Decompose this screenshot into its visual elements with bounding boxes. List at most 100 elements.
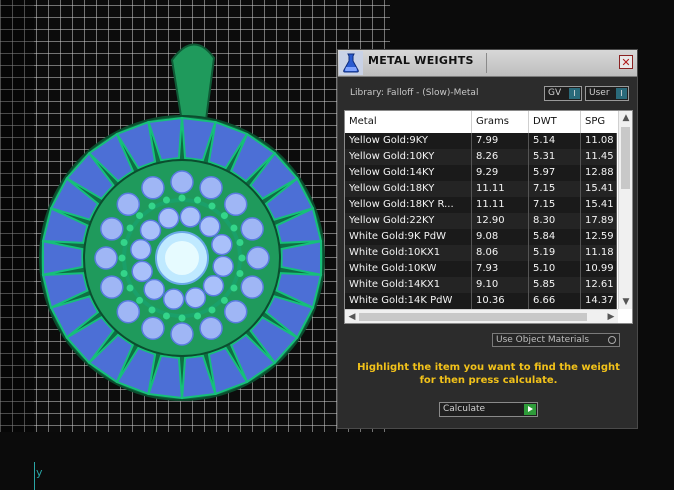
calculate-label: Calculate xyxy=(443,404,486,414)
round-stone xyxy=(141,316,165,340)
library-label: Library: Falloff - (Slow)-Metal xyxy=(350,88,479,98)
table-row[interactable]: White Gold:14K PdW 10.36 6.66 14.37 xyxy=(345,293,617,309)
prong xyxy=(208,306,216,314)
prong xyxy=(230,284,238,292)
calculate-button[interactable]: Calculate xyxy=(439,402,538,417)
column-header-grams[interactable]: Grams xyxy=(472,111,529,133)
cell-dwt: 7.15 xyxy=(529,197,581,213)
scroll-up-icon[interactable]: ▲ xyxy=(619,111,632,125)
round-stone xyxy=(100,217,124,241)
table-row[interactable]: Yellow Gold:18KY R... 11.11 7.15 15.41 xyxy=(345,197,617,213)
scroll-right-icon[interactable]: ▶ xyxy=(604,310,618,323)
table-row[interactable]: White Gold:10KW 7.93 5.10 10.99 xyxy=(345,261,617,277)
close-button[interactable]: ✕ xyxy=(619,55,633,69)
prong xyxy=(120,270,128,278)
table-row[interactable]: White Gold:10KX1 8.06 5.19 11.18 xyxy=(345,245,617,261)
cell-spg: 11.08 xyxy=(581,133,617,149)
cell-dwt: 8.30 xyxy=(529,213,581,229)
vertical-scroll-thumb[interactable] xyxy=(621,127,630,189)
round-stone xyxy=(211,233,233,256)
gv-label: GV xyxy=(548,88,562,98)
table-row[interactable]: Yellow Gold:18KY 11.11 7.15 15.41 xyxy=(345,181,617,197)
title-bar[interactable]: METAL WEIGHTS ✕ xyxy=(338,50,637,77)
gv-toggle-button[interactable]: GV I xyxy=(544,86,582,101)
cell-spg: 12.61 xyxy=(581,277,617,293)
cell-dwt: 5.85 xyxy=(529,277,581,293)
round-stone xyxy=(199,215,221,238)
cell-dwt: 7.15 xyxy=(529,181,581,197)
cell-grams: 8.26 xyxy=(472,149,529,165)
cell-grams: 9.08 xyxy=(472,229,529,245)
column-header-metal[interactable]: Metal xyxy=(345,111,472,133)
table-row[interactable]: Yellow Gold:9KY 7.99 5.14 11.08 xyxy=(345,133,617,149)
prong xyxy=(126,284,134,292)
column-header-spg[interactable]: SPG xyxy=(581,111,618,133)
cell-grams: 8.06 xyxy=(472,245,529,261)
metal-table[interactable]: Metal Grams DWT SPG Yellow Gold:9KY 7.99 5… xyxy=(344,110,633,324)
prong xyxy=(194,312,202,320)
round-stone xyxy=(94,246,118,270)
prong xyxy=(178,314,186,322)
cell-spg: 10.99 xyxy=(581,261,617,277)
round-stone xyxy=(223,299,248,324)
flask-icon xyxy=(339,51,363,75)
round-stone xyxy=(246,246,270,270)
use-object-materials-label: Use Object Materials xyxy=(496,335,590,345)
horizontal-scrollbar[interactable]: ◀ ▶ xyxy=(345,309,618,323)
round-stone xyxy=(141,176,165,200)
table-row[interactable]: Yellow Gold:22KY 12.90 8.30 17.89 xyxy=(345,213,617,229)
prong xyxy=(162,196,170,204)
prong xyxy=(118,254,126,262)
table-row[interactable]: Yellow Gold:10KY 8.26 5.31 11.45 xyxy=(345,149,617,165)
prong xyxy=(220,296,228,304)
round-stone xyxy=(162,288,185,310)
cell-grams: 7.93 xyxy=(472,261,529,277)
table-header: Metal Grams DWT SPG xyxy=(345,111,632,133)
cell-spg: 12.59 xyxy=(581,229,617,245)
round-stone xyxy=(202,275,225,297)
table-row[interactable]: White Gold:14KX1 9.10 5.85 12.61 xyxy=(345,277,617,293)
cell-metal: Yellow Gold:10KY xyxy=(345,149,472,165)
round-stone xyxy=(240,275,264,299)
vertical-scrollbar[interactable]: ▲ ▼ xyxy=(618,111,632,309)
user-label: User xyxy=(589,88,610,98)
prong xyxy=(238,254,246,262)
round-stone xyxy=(139,219,162,241)
round-stone xyxy=(170,170,194,194)
metal-weights-panel: METAL WEIGHTS ✕ Library: Falloff - (Slow… xyxy=(337,49,638,429)
table-row[interactable]: White Gold:9K PdW 9.08 5.84 12.59 xyxy=(345,229,617,245)
center-stone-highlight xyxy=(165,241,199,275)
cell-grams: 9.29 xyxy=(472,165,529,181)
table-row[interactable]: Yellow Gold:14KY 9.29 5.97 12.88 xyxy=(345,165,617,181)
user-toggle-button[interactable]: User I xyxy=(585,86,629,101)
cell-grams: 10.36 xyxy=(472,293,529,309)
cell-metal: White Gold:10KX1 xyxy=(345,245,472,261)
cell-metal: White Gold:9K PdW xyxy=(345,229,472,245)
cell-dwt: 5.84 xyxy=(529,229,581,245)
horizontal-scroll-thumb[interactable] xyxy=(359,313,587,321)
round-stone xyxy=(199,316,223,340)
cell-spg: 11.45 xyxy=(581,149,617,165)
scroll-left-icon[interactable]: ◀ xyxy=(345,310,359,323)
round-stone xyxy=(100,275,124,299)
cell-dwt: 5.31 xyxy=(529,149,581,165)
user-toggle-icon: I xyxy=(616,88,627,99)
use-object-materials-checkbox[interactable]: Use Object Materials xyxy=(492,333,620,347)
round-stone xyxy=(130,238,152,261)
prong xyxy=(236,270,244,278)
prong xyxy=(208,202,216,210)
play-icon xyxy=(524,404,536,415)
cell-spg: 15.41 xyxy=(581,197,617,213)
scroll-down-icon[interactable]: ▼ xyxy=(619,295,632,309)
column-header-dwt[interactable]: DWT xyxy=(529,111,581,133)
cell-dwt: 5.19 xyxy=(529,245,581,261)
round-stone xyxy=(131,260,153,283)
cell-grams: 11.11 xyxy=(472,181,529,197)
round-stone xyxy=(212,255,234,278)
round-stone xyxy=(240,217,264,241)
round-stone xyxy=(223,192,248,217)
prong xyxy=(230,224,238,232)
prong xyxy=(220,212,228,220)
round-stone xyxy=(143,278,165,301)
round-stone xyxy=(170,322,194,346)
